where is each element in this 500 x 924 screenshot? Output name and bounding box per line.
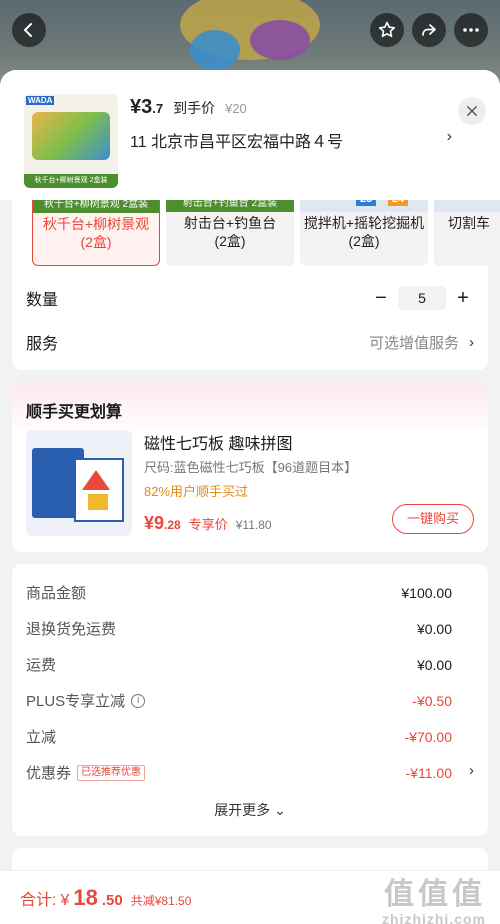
puzzle-board: [74, 458, 124, 522]
favorite-button[interactable]: [370, 13, 404, 47]
total-decimal: .50: [101, 892, 123, 909]
more-dots-icon: [463, 28, 479, 32]
toy-image-fragment: [190, 30, 240, 70]
service-value-group: 可选增值服务 ›: [369, 332, 474, 353]
sku-selector-sheet: WADA 秋千台+柳树景观 2盒装 ¥3.7 到手价 ¥20 11 北京市昌平区…: [0, 70, 500, 924]
product-thumbnail[interactable]: WADA 秋千台+柳树景观 2盒装: [24, 94, 118, 188]
variant-name: 秋千台+柳树景观 (2盒): [42, 216, 150, 250]
bundle-product-spec: 尺码:蓝色磁性七巧板【96道题目本】: [144, 460, 358, 475]
delivery-address[interactable]: 11 北京市昌平区宏福中路４号: [130, 128, 343, 152]
original-price: ¥20: [225, 101, 247, 116]
summary-value: -¥70.00: [404, 728, 452, 745]
summary-label-group: 优惠券 已选推荐优惠: [26, 762, 146, 783]
toy-image: [32, 112, 110, 160]
bundle-price: ¥9.28: [144, 513, 181, 533]
summary-row: 运费 ¥0.00: [26, 654, 452, 675]
price-summary-card: 商品金额 ¥100.00 退换货免运费 ¥0.00 运费 ¥0.00 PLUS专…: [12, 564, 488, 836]
coupon-badge: 已选推荐优惠: [77, 764, 146, 781]
total-price: 合计: ¥ 18.50 共减¥81.50: [20, 885, 191, 911]
total-label: 合计:: [20, 892, 57, 909]
total-saved: 共减¥81.50: [130, 894, 192, 908]
summary-row: PLUS专享立减 i -¥0.50: [26, 690, 452, 711]
summary-label: 立减: [26, 729, 57, 746]
star-icon: [378, 21, 396, 38]
close-button[interactable]: [458, 97, 486, 125]
summary-value: -¥11.00: [405, 764, 452, 781]
bundle-product-name[interactable]: 磁性七巧板 趣味拼图: [144, 430, 292, 454]
service-label: 服务: [26, 336, 59, 353]
back-button[interactable]: [12, 13, 46, 47]
total-currency: ¥: [60, 892, 70, 909]
price-row: ¥3.7 到手价 ¥20: [130, 96, 247, 119]
thumbnail-caption: 秋千台+柳树景观 2盒装: [24, 174, 118, 188]
bundle-price-row: ¥9.28 专享价 ¥11.80: [144, 513, 272, 534]
quantity-row: 数量 − 5 +: [26, 286, 474, 310]
watermark-logo: 值值值: [384, 878, 486, 911]
decrease-button[interactable]: −: [370, 287, 392, 310]
checkout-bar: 合计: ¥ 18.50 共减¥81.50 值值值 zhizhizhi.com: [0, 870, 500, 924]
puzzle-piece: [82, 470, 110, 490]
bundle-product-image[interactable]: [26, 430, 132, 536]
options-card: 秋千台+柳树景观 2盒装 秋千台+柳树景观 (2盒) 射击台+钓鱼台 2盒装 射…: [12, 182, 500, 370]
total-whole: 18: [73, 885, 98, 910]
summary-label-group: PLUS专享立减 i: [26, 690, 146, 711]
summary-label: 优惠券: [26, 765, 72, 782]
summary-row: 退换货免运费 ¥0.00: [26, 618, 452, 639]
summary-row: 商品金额 ¥100.00: [26, 582, 452, 603]
brand-logo: WADA: [26, 96, 55, 105]
summary-label: 商品金额: [26, 585, 87, 602]
back-arrow-icon: [23, 23, 32, 37]
toy-image-fragment: [250, 20, 310, 60]
final-price: ¥3.7: [130, 96, 164, 118]
summary-value: ¥0.00: [416, 656, 452, 673]
quantity-label: 数量: [26, 292, 59, 309]
increase-button[interactable]: +: [452, 287, 474, 310]
bundle-title: 顺手买更划算: [26, 404, 123, 421]
summary-label: PLUS专享立减: [26, 693, 126, 710]
chevron-right-icon[interactable]: ›: [469, 762, 474, 779]
quantity-input[interactable]: 5: [398, 286, 446, 310]
watermark: 值值值 zhizhizhi.com: [382, 879, 486, 924]
variant-name: 射击台+钓鱼台 (2盒): [183, 215, 277, 249]
quantity-stepper: − 5 +: [370, 286, 474, 310]
watermark-url: zhizhizhi.com: [382, 911, 486, 924]
address-chevron-icon[interactable]: ›: [447, 128, 452, 146]
info-icon[interactable]: i: [131, 693, 146, 708]
service-row[interactable]: 服务 可选增值服务 ›: [26, 330, 474, 354]
add-on-bundle-card: 顺手买更划算 磁性七巧板 趣味拼图 尺码:蓝色磁性七巧板【96道题目本】 82%…: [12, 382, 488, 552]
share-button[interactable]: [412, 13, 446, 47]
summary-value: ¥100.00: [401, 584, 452, 601]
variant-name: 切割车: [448, 215, 490, 231]
final-price-label: 到手价: [173, 100, 216, 116]
bundle-purchase-rate: 82%用户顺手买过: [144, 484, 249, 499]
share-icon: [422, 24, 436, 36]
chevron-right-icon: ›: [469, 333, 474, 351]
close-icon: [467, 106, 477, 116]
summary-row: 立减 -¥70.00: [26, 726, 452, 747]
summary-label: 退换货免运费: [26, 621, 117, 638]
one-click-buy-button[interactable]: 一键购买: [392, 504, 474, 534]
more-button[interactable]: [454, 13, 488, 47]
bundle-original-price: ¥11.80: [235, 518, 272, 532]
bundle-price-label: 专享价: [188, 517, 228, 532]
variant-name: 搅拌机+摇轮挖掘机 (2盒): [303, 215, 425, 249]
summary-label: 运费: [26, 657, 57, 674]
service-value: 可选增值服务: [368, 334, 459, 352]
sheet-header: WADA 秋千台+柳树景观 2盒装 ¥3.7 到手价 ¥20 11 北京市昌平区…: [0, 70, 500, 200]
coupon-row[interactable]: 优惠券 已选推荐优惠 -¥11.00: [26, 762, 452, 783]
puzzle-piece: [88, 494, 108, 510]
expand-more-button[interactable]: 展开更多 ⌄: [12, 800, 488, 820]
summary-value: -¥0.50: [412, 692, 452, 709]
summary-value: ¥0.00: [416, 620, 452, 637]
